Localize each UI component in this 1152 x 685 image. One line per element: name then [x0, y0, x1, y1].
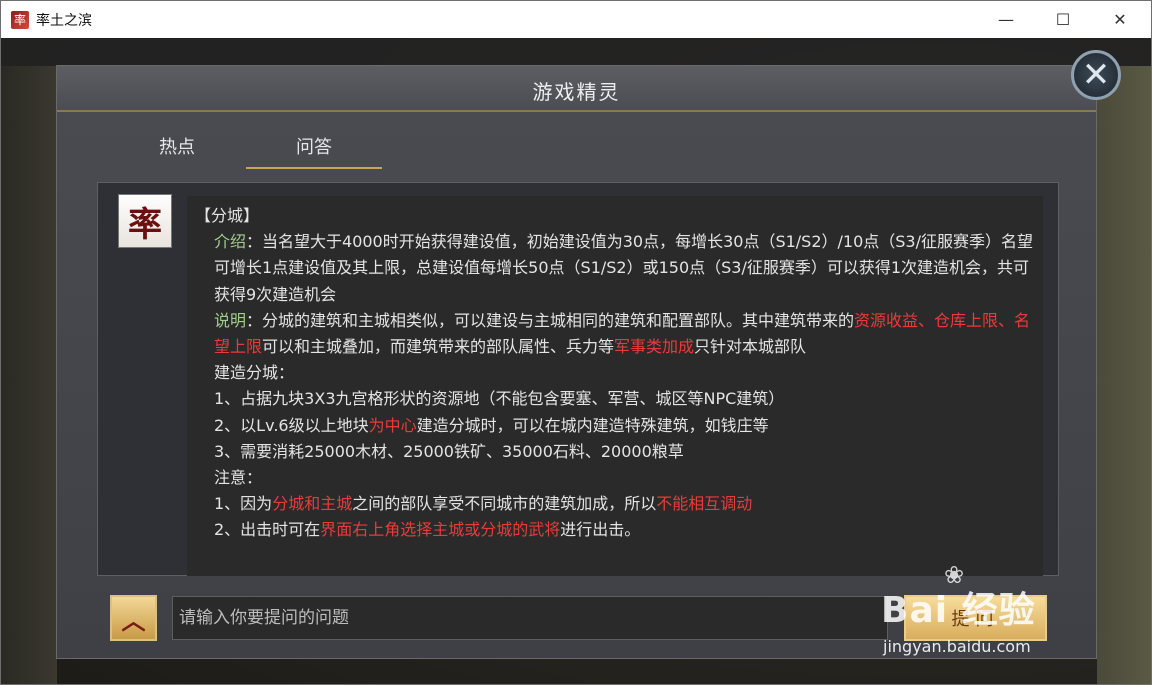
build-item-3: 3、需要消耗25000木材、25000铁矿、35000石料、20000粮草	[214, 441, 684, 461]
minimize-button[interactable]: —	[983, 1, 1029, 38]
window-close-button[interactable]: ✕	[1097, 1, 1143, 38]
build-2-text-a: 2、以Lv.6级以上地块	[214, 415, 369, 435]
answer-bubble: 【分城】 介绍：当名望大于4000时开始获得建设值，初始建设值为30点，每增长3…	[187, 196, 1043, 576]
tab-hot[interactable]: 热点	[117, 133, 237, 169]
dialog-header: 游戏精灵	[57, 66, 1096, 112]
answer-heading: 【分城】	[195, 206, 260, 225]
tab-qa[interactable]: 问答	[246, 133, 382, 169]
expand-button[interactable]: ︿	[110, 595, 157, 641]
chevron-up-icon: ︿	[121, 606, 146, 635]
desc-text-3: 只针对本城部队	[694, 337, 807, 357]
build-2-highlight: 为中心	[368, 415, 417, 435]
desc-text-1: ：分城的建筑和主城相类似，可以建设与主城相同的建筑和配置部队。其中建筑带来的	[246, 310, 855, 330]
build-label: 建造分城：	[214, 363, 295, 383]
intro-label: 介绍	[214, 232, 247, 252]
intro-text: ：当名望大于4000时开始获得建设值，初始建设值为30点，每增长30点（S1/S…	[214, 232, 1033, 304]
desc-text-2: 可以和主城叠加，而建筑带来的部队属性、兵力等	[262, 337, 615, 357]
note-2-text-a: 2、出击时可在	[214, 520, 321, 540]
build-item-1: 1、占据九块3X3九宫格形状的资源地（不能包含要塞、军营、城区等NPC建筑）	[214, 389, 785, 409]
watermark-logo: Bai 经验	[881, 590, 1036, 631]
game-map-edge	[1097, 66, 1151, 684]
intro-paragraph: 介绍：当名望大于4000时开始获得建设值，初始建设值为30点，每增长30点（S1…	[195, 229, 1037, 308]
maximize-button[interactable]: ☐	[1040, 1, 1086, 38]
desc-label: 说明	[214, 310, 247, 330]
note-2-text-b: 进行出击。	[560, 520, 641, 540]
app-icon: 率	[11, 10, 29, 29]
build-2-text-b: 建造分城时，可以在城内建造特殊建筑，如钱庄等	[416, 415, 769, 435]
note-1-text-b: 之间的部队享受不同城市的建筑加成，所以	[352, 494, 657, 514]
dialog-close-button[interactable]: ✕	[1071, 50, 1121, 100]
question-input[interactable]	[172, 596, 888, 640]
baidu-watermark: ❀ Bai 经验 jingyan.baidu.com	[881, 561, 1091, 661]
note-item-2: 2、出击时可在界面右上角选择主城或分城的武将进行出击。	[195, 517, 1037, 543]
desc-paragraph: 说明：分城的建筑和主城相类似，可以建设与主城相同的建筑和配置部队。其中建筑带来的…	[195, 308, 1037, 360]
note-1-highlight: 分城和主城	[272, 494, 353, 514]
answer-panel: 率 【分城】 介绍：当名望大于4000时开始获得建设值，初始建设值为30点，每增…	[97, 182, 1059, 576]
dialog-title: 游戏精灵	[532, 80, 621, 104]
build-item-2: 2、以Lv.6级以上地块为中心建造分城时，可以在城内建造特殊建筑，如钱庄等	[195, 413, 1037, 439]
note-1-text-a: 1、因为	[214, 494, 273, 514]
note-label: 注意：	[214, 468, 263, 488]
watermark-url: jingyan.baidu.com	[883, 637, 1031, 656]
assistant-avatar: 率	[118, 194, 172, 248]
desc-highlight-2: 军事类加成	[614, 337, 695, 357]
app-window: 率 率土之滨 — ☐ ✕ 游戏精灵 热点 问答 率 【分城】 介绍：当名望大于4…	[0, 0, 1152, 685]
window-titlebar: 率 率土之滨 — ☐ ✕	[1, 1, 1151, 38]
note-1-highlight-2: 不能相互调动	[656, 494, 753, 514]
game-left-edge	[1, 66, 57, 684]
note-item-1: 1、因为分城和主城之间的部队享受不同城市的建筑加成，所以不能相互调动	[195, 491, 1037, 517]
window-title: 率土之滨	[36, 12, 92, 29]
note-2-highlight: 界面右上角选择主城或分城的武将	[320, 520, 561, 540]
crossed-swords-icon: ✕	[1081, 55, 1111, 95]
game-top-strip	[1, 38, 1151, 66]
